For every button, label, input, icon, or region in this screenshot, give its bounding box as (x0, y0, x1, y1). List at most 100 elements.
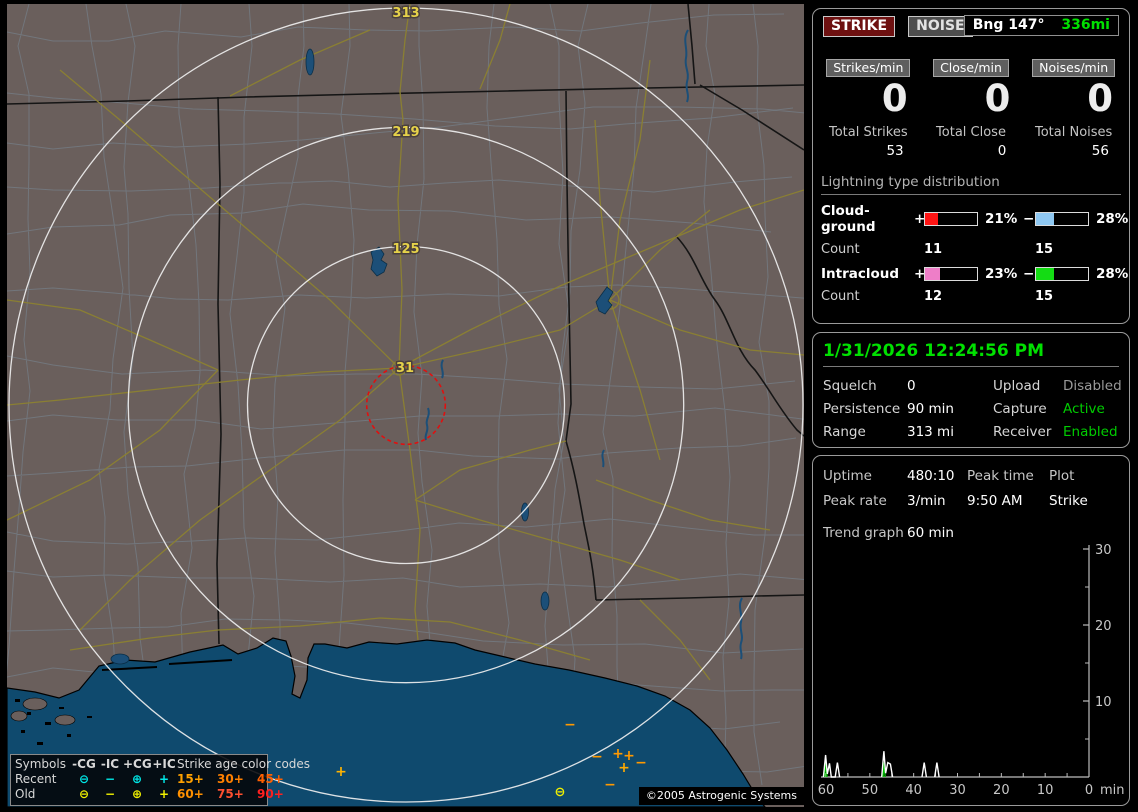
peak-rate-label: Peak rate (823, 493, 887, 509)
cg-positive-bar (924, 212, 978, 226)
minus-sign: − (1023, 211, 1035, 227)
close-per-min-button[interactable]: Close/min (933, 59, 1009, 77)
old-pos-ic-icon: + (158, 787, 170, 801)
range-value: 313 mi (907, 424, 954, 440)
legend-col-neg-cg: -CG (72, 757, 96, 771)
strike-symbol: − (591, 749, 603, 765)
count-label: Count (821, 289, 860, 304)
strike-symbol: ⊖ (555, 785, 566, 800)
peak-time-value: 9:50 AM (967, 493, 1023, 509)
map-legend: Symbols -CG -IC +CG +IC Strike age color… (10, 754, 310, 806)
legend-symbols-title: Symbols (15, 757, 66, 771)
status-panel: 1/31/2026 12:24:56 PM Squelch 0 Upload D… (812, 332, 1130, 448)
cg-negative-bar (1035, 212, 1089, 226)
receiver-status: Enabled (1063, 424, 1118, 440)
session-panel: Uptime 480:10 Peak time Plot Peak rate 3… (812, 455, 1130, 806)
cg-negative-count: 15 (1035, 242, 1054, 257)
plot-label: Plot (1049, 468, 1075, 484)
total-close-value: 0 (997, 143, 1007, 159)
datetime-display: 1/31/2026 12:24:56 PM (823, 341, 1119, 367)
persistence-value: 90 min (907, 401, 954, 417)
plus-sign: + (914, 266, 926, 282)
svg-text:50: 50 (862, 783, 879, 798)
strikes-column: Strikes/min 0 Total Strikes 53 (821, 57, 916, 159)
strike-symbol: + (618, 760, 630, 776)
capture-label: Capture (993, 401, 1047, 417)
age-45: 45+ (257, 772, 284, 786)
ic-positive-bar (924, 267, 978, 281)
distribution-title: Lightning type distribution (821, 174, 1121, 195)
age-30: 30+ (217, 772, 244, 786)
ring-label-125: 125 (392, 242, 419, 257)
total-noises-label: Total Noises (1034, 125, 1113, 140)
strike-stats-panel: STRIKE NOISE Bng 147° 336mi Strikes/min … (812, 8, 1130, 324)
svg-text:20: 20 (993, 783, 1010, 798)
squelch-label: Squelch (823, 378, 877, 394)
legend-col-neg-ic: -IC (100, 757, 120, 771)
recent-neg-cg-icon: ⊖ (78, 772, 90, 786)
uptime-value: 480:10 (907, 468, 955, 484)
ring-label-219: 219 (392, 125, 419, 140)
svg-text:20: 20 (1095, 619, 1112, 634)
total-close-label: Total Close (936, 125, 1006, 140)
upload-label: Upload (993, 378, 1041, 394)
bearing-label: Bng 147° (972, 17, 1045, 33)
age-75: 75+ (217, 787, 244, 801)
ring-label-31: 31 (396, 361, 414, 376)
cloud-ground-label: Cloud-ground (821, 203, 876, 235)
svg-text:30: 30 (1095, 543, 1112, 558)
ring-label-313: 313 (392, 6, 419, 21)
noises-column: Noises/min 0 Total Noises 56 (1026, 57, 1121, 159)
receiver-label: Receiver (993, 424, 1052, 440)
total-strikes-label: Total Strikes (829, 125, 908, 140)
ic-positive-pct: 23% (985, 266, 1018, 282)
bearing-distance: 336mi (1061, 17, 1110, 33)
trend-chart: 10 20 30 60 50 40 30 20 10 0 min (818, 543, 1125, 798)
intracloud-count-row: Count 12 15 (821, 289, 1121, 304)
noises-per-min-value: 0 (1087, 77, 1113, 120)
svg-text:40: 40 (905, 783, 922, 798)
noises-per-min-button[interactable]: Noises/min (1032, 59, 1116, 77)
svg-text:60: 60 (818, 783, 835, 798)
map-svg: 313 219 125 31 −− + ++ −−⊖+ (7, 4, 804, 807)
count-label: Count (821, 242, 860, 257)
cloud-ground-row: Cloud-ground + 21% − 28% (821, 203, 1128, 235)
strike-button[interactable]: STRIKE (823, 16, 896, 37)
recent-pos-cg-icon: ⊕ (131, 772, 143, 786)
strike-symbol: − (635, 755, 647, 771)
persistence-label: Persistence (823, 401, 901, 417)
cloud-ground-count-row: Count 11 15 (821, 242, 1121, 257)
strike-symbol: − (604, 777, 616, 793)
capture-status: Active (1063, 401, 1105, 417)
close-range-ring (365, 364, 447, 446)
old-neg-cg-icon: ⊖ (78, 787, 90, 801)
squelch-value: 0 (907, 378, 916, 394)
svg-text:0: 0 (1085, 783, 1093, 798)
upload-status: Disabled (1063, 378, 1122, 394)
copyright-text: ©2005 Astrogenic Systems (638, 787, 804, 805)
legend-recent-label: Recent (15, 772, 57, 786)
close-per-min-value: 0 (984, 77, 1011, 120)
ic-positive-count: 12 (924, 289, 943, 304)
intracloud-row: Intracloud + 23% − 28% (821, 266, 1128, 282)
ic-negative-bar (1035, 267, 1089, 281)
recent-pos-ic-icon: + (158, 772, 170, 786)
cg-positive-pct: 21% (985, 211, 1018, 227)
age-60: 60+ (177, 787, 204, 801)
total-strikes-value: 53 (886, 143, 904, 159)
strike-symbol: + (335, 764, 347, 780)
close-column: Close/min 0 Total Close 0 (924, 57, 1019, 159)
peak-time-label: Peak time (967, 468, 1034, 484)
age-90: 90+ (257, 787, 284, 801)
age-15: 15+ (177, 772, 204, 786)
map-canvas[interactable]: 313 219 125 31 − − + + + − − ⊖ + Symbols -CG -IC… (7, 4, 804, 807)
minus-sign: − (1023, 266, 1035, 282)
svg-text:min: min (1100, 783, 1125, 798)
svg-text:30: 30 (949, 783, 966, 798)
cg-negative-pct: 28% (1096, 211, 1129, 227)
old-pos-cg-icon: ⊕ (131, 787, 143, 801)
state-borders (7, 4, 804, 645)
bearing-display: Bng 147° 336mi (963, 15, 1119, 36)
strikes-per-min-button[interactable]: Strikes/min (826, 59, 911, 77)
old-neg-ic-icon: − (104, 787, 116, 801)
